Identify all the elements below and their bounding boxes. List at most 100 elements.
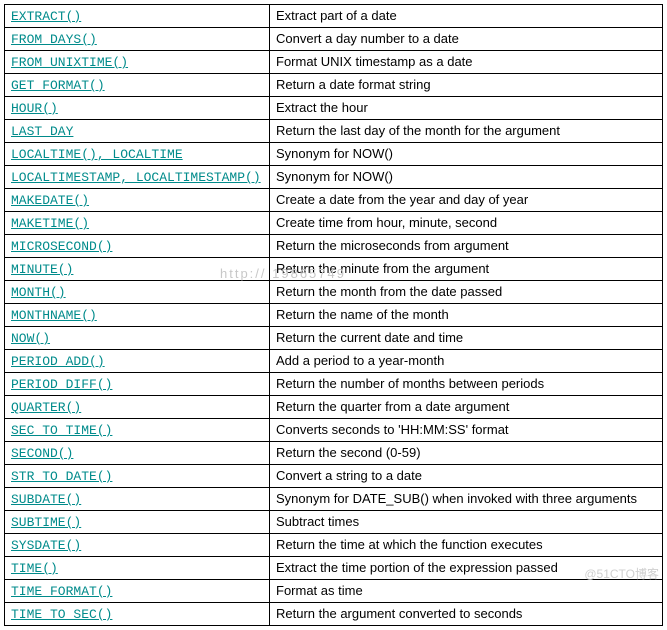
description-cell: Return the current date and time	[270, 327, 663, 350]
function-cell: MAKEDATE()	[5, 189, 270, 212]
description-cell: Synonym for DATE_SUB() when invoked with…	[270, 488, 663, 511]
table-row: PERIOD_DIFF() Return the number of months…	[5, 373, 663, 396]
function-link[interactable]: TIME()	[11, 561, 58, 576]
table-row: LAST_DAY Return the last day of the month…	[5, 120, 663, 143]
function-cell: NOW()	[5, 327, 270, 350]
table-row: LOCALTIME(), LOCALTIME Synonym for NOW()	[5, 143, 663, 166]
function-link[interactable]: LOCALTIME(), LOCALTIME	[11, 147, 183, 162]
function-link[interactable]: GET_FORMAT()	[11, 78, 105, 93]
function-cell: TIME_TO_SEC()	[5, 603, 270, 626]
table-row: EXTRACT()Extract part of a date	[5, 5, 663, 28]
function-link[interactable]: SUBTIME()	[11, 515, 81, 530]
table-row: SYSDATE() Return the time at which the fu…	[5, 534, 663, 557]
function-cell: HOUR()	[5, 97, 270, 120]
description-cell: Format UNIX timestamp as a date	[270, 51, 663, 74]
function-cell: LOCALTIME(), LOCALTIME	[5, 143, 270, 166]
function-cell: LOCALTIMESTAMP, LOCALTIMESTAMP()	[5, 166, 270, 189]
function-link[interactable]: SYSDATE()	[11, 538, 81, 553]
description-cell: Convert a day number to a date	[270, 28, 663, 51]
description-cell: Return the second (0-59)	[270, 442, 663, 465]
table-row: QUARTER() Return the quarter from a date …	[5, 396, 663, 419]
function-link[interactable]: TIME_TO_SEC()	[11, 607, 112, 622]
table-row: MAKEDATE() Create a date from the year an…	[5, 189, 663, 212]
description-cell: Return the argument converted to seconds	[270, 603, 663, 626]
description-cell: Subtract times	[270, 511, 663, 534]
table-row: SECOND() Return the second (0-59)	[5, 442, 663, 465]
description-cell: Create time from hour, minute, second	[270, 212, 663, 235]
description-cell: Format as time	[270, 580, 663, 603]
description-cell: Create a date from the year and day of y…	[270, 189, 663, 212]
description-cell: Return the name of the month	[270, 304, 663, 327]
function-cell: PERIOD_DIFF()	[5, 373, 270, 396]
function-cell: SYSDATE()	[5, 534, 270, 557]
description-cell: Return the last day of the month for the…	[270, 120, 663, 143]
table-row: LOCALTIMESTAMP, LOCALTIMESTAMP() Synonym …	[5, 166, 663, 189]
function-link[interactable]: FROM_DAYS()	[11, 32, 97, 47]
function-cell: GET_FORMAT()	[5, 74, 270, 97]
table-row: GET_FORMAT() Return a date format string	[5, 74, 663, 97]
function-cell: MINUTE()	[5, 258, 270, 281]
function-cell: PERIOD_ADD()	[5, 350, 270, 373]
function-link[interactable]: SUBDATE()	[11, 492, 81, 507]
function-link[interactable]: PERIOD_ADD()	[11, 354, 105, 369]
function-cell: MICROSECOND()	[5, 235, 270, 258]
description-cell: Synonym for NOW()	[270, 143, 663, 166]
function-link[interactable]: HOUR()	[11, 101, 58, 116]
table-row: MICROSECOND() Return the microseconds fro…	[5, 235, 663, 258]
function-link[interactable]: MICROSECOND()	[11, 239, 112, 254]
function-cell: SECOND()	[5, 442, 270, 465]
function-link[interactable]: LOCALTIMESTAMP, LOCALTIMESTAMP()	[11, 170, 261, 185]
description-cell: Return a date format string	[270, 74, 663, 97]
table-row: SEC_TO_TIME()Converts seconds to 'HH:MM:…	[5, 419, 663, 442]
table-row: MAKETIME() Create time from hour, minute,…	[5, 212, 663, 235]
table-row: SUBTIME() Subtract times	[5, 511, 663, 534]
description-cell: Return the time at which the function ex…	[270, 534, 663, 557]
table-row: TIME_FORMAT() Format as time	[5, 580, 663, 603]
description-cell: Return the microseconds from argument	[270, 235, 663, 258]
function-link[interactable]: QUARTER()	[11, 400, 81, 415]
table-row: STR_TO_DATE() Convert a string to a date	[5, 465, 663, 488]
function-link[interactable]: SEC_TO_TIME()	[11, 423, 112, 438]
function-link[interactable]: MONTHNAME()	[11, 308, 97, 323]
function-cell: FROM_UNIXTIME()	[5, 51, 270, 74]
function-cell: FROM_DAYS()	[5, 28, 270, 51]
description-cell: Synonym for NOW()	[270, 166, 663, 189]
function-cell: TIME()	[5, 557, 270, 580]
table-row: MONTH()Return the month from the date pa…	[5, 281, 663, 304]
description-cell: Return the quarter from a date argument	[270, 396, 663, 419]
function-link[interactable]: TIME_FORMAT()	[11, 584, 112, 599]
function-cell: MAKETIME()	[5, 212, 270, 235]
table-row: TIME_TO_SEC() Return the argument convert…	[5, 603, 663, 626]
function-cell: MONTHNAME()	[5, 304, 270, 327]
function-cell: SUBTIME()	[5, 511, 270, 534]
function-cell: SUBDATE()	[5, 488, 270, 511]
function-link[interactable]: LAST_DAY	[11, 124, 73, 139]
description-cell: Return the minute from the argument	[270, 258, 663, 281]
function-link[interactable]: PERIOD_DIFF()	[11, 377, 112, 392]
description-cell: Extract the hour	[270, 97, 663, 120]
function-link[interactable]: STR_TO_DATE()	[11, 469, 112, 484]
description-cell: Extract the time portion of the expressi…	[270, 557, 663, 580]
table-row: SUBDATE() Synonym for DATE_SUB() when inv…	[5, 488, 663, 511]
table-row: FROM_UNIXTIME() Format UNIX timestamp as …	[5, 51, 663, 74]
table-row: PERIOD_ADD()Add a period to a year-month	[5, 350, 663, 373]
table-row: MONTHNAME() Return the name of the month	[5, 304, 663, 327]
function-link[interactable]: EXTRACT()	[11, 9, 81, 24]
table-row: MINUTE() Return the minute from the argum…	[5, 258, 663, 281]
function-link[interactable]: MONTH()	[11, 285, 66, 300]
table-row: FROM_DAYS() Convert a day number to a dat…	[5, 28, 663, 51]
function-link[interactable]: MINUTE()	[11, 262, 73, 277]
table-row: HOUR() Extract the hour	[5, 97, 663, 120]
function-link[interactable]: MAKETIME()	[11, 216, 89, 231]
function-cell: SEC_TO_TIME()	[5, 419, 270, 442]
function-link[interactable]: MAKEDATE()	[11, 193, 89, 208]
table-row: TIME() Extract the time portion of the ex…	[5, 557, 663, 580]
function-cell: EXTRACT()	[5, 5, 270, 28]
function-link[interactable]: FROM_UNIXTIME()	[11, 55, 128, 70]
function-cell: LAST_DAY	[5, 120, 270, 143]
function-link[interactable]: NOW()	[11, 331, 50, 346]
table-row: NOW() Return the current date and time	[5, 327, 663, 350]
description-cell: Return the number of months between peri…	[270, 373, 663, 396]
function-link[interactable]: SECOND()	[11, 446, 73, 461]
description-cell: Convert a string to a date	[270, 465, 663, 488]
